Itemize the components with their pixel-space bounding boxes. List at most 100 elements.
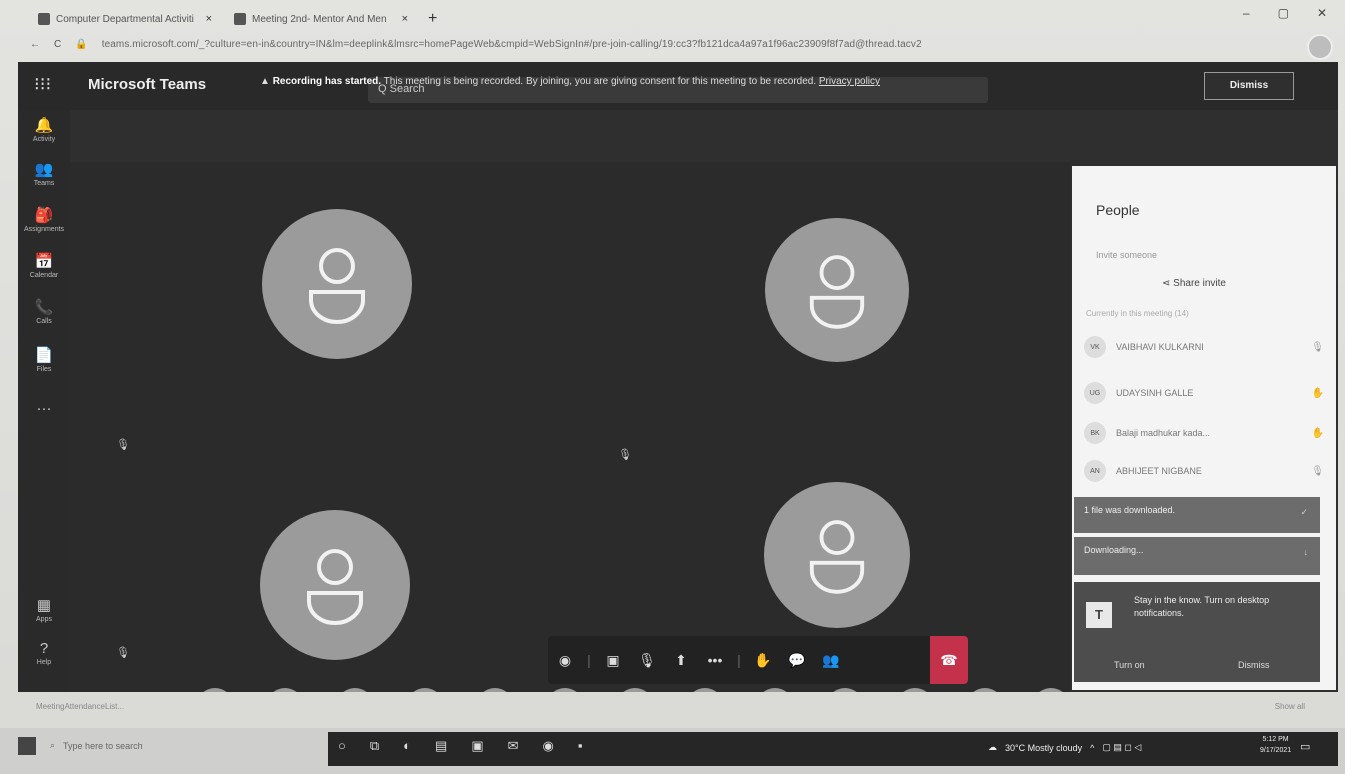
lock-icon: 🔒 xyxy=(75,38,88,50)
meeting-stage: 🎙 🎙 🎙 🎙 ◉ | ▣ 🎙 ⬆ ••• | ✋ 💬 👥 ☎ xyxy=(70,162,1070,692)
participant-thumbnail[interactable] xyxy=(406,688,444,692)
show-all-button[interactable]: Show all xyxy=(1275,702,1305,711)
rail-calls[interactable]: 📞 Calls xyxy=(18,298,70,325)
chrome-icon[interactable]: ◉ xyxy=(543,738,554,754)
drive-icon xyxy=(38,13,50,25)
more-actions-button[interactable]: ••• xyxy=(698,636,732,684)
weather-text[interactable]: 30°C Mostly cloudy xyxy=(1005,743,1082,753)
share-screen-button[interactable]: ⬆ xyxy=(664,636,698,684)
rail-more[interactable]: ··· xyxy=(18,400,70,419)
muted-mic-icon: 🎙 xyxy=(116,439,130,451)
mic-off-button[interactable]: 🎙 xyxy=(630,636,664,684)
clock[interactable]: 5:12 PM 9/17/2021 xyxy=(1260,734,1291,756)
participant-thumbnail[interactable] xyxy=(686,688,724,692)
app-title: Microsoft Teams xyxy=(88,76,207,93)
participant-row[interactable]: VK VAIBHAVI KULKARNI 🎙 xyxy=(1084,332,1324,362)
rail-calendar[interactable]: 📅 Calendar xyxy=(18,252,70,279)
participant-thumbnail[interactable] xyxy=(826,688,864,692)
leave-call-button[interactable]: ☎ xyxy=(930,636,968,684)
rail-help[interactable]: ? Help xyxy=(18,640,70,666)
participant-row[interactable]: AN ABHIJEET NIGBANE 🎙 xyxy=(1084,456,1324,486)
teams-logo-icon: T xyxy=(1086,602,1112,628)
task-view-icon[interactable]: ⧉ xyxy=(370,738,379,754)
rail-assignments[interactable]: 🎒 Assignments xyxy=(18,206,70,233)
new-tab-button[interactable]: + xyxy=(422,10,443,28)
app-launcher-icon[interactable]: ⁝⁝⁝ xyxy=(34,74,51,95)
close-tab-icon[interactable]: × xyxy=(402,13,408,25)
rail-teams[interactable]: 👥 Teams xyxy=(18,160,70,187)
participant-thumbnail[interactable] xyxy=(756,688,794,692)
participant-row[interactable]: BK Balaji madhukar kada... ✋ xyxy=(1084,418,1324,448)
rail-apps[interactable]: ▦ Apps xyxy=(18,596,70,623)
participant-thumbnail[interactable] xyxy=(546,688,584,692)
tray-icons[interactable]: ▢ ▤ ◻ ◁ xyxy=(1102,742,1141,753)
browser-tab-strip: Computer Departmental Activiti × Meeting… xyxy=(30,6,443,32)
participant-tile[interactable] xyxy=(260,510,410,660)
raise-hand-button[interactable]: ✋ xyxy=(746,636,780,684)
cortana-icon[interactable]: ○ xyxy=(338,738,346,754)
participant-thumbnail[interactable] xyxy=(616,688,654,692)
teams-taskbar-icon[interactable]: ▪ xyxy=(578,738,583,754)
date: 9/17/2021 xyxy=(1260,747,1292,754)
taskbar-search[interactable]: ⌕ Type here to search xyxy=(50,740,143,751)
close-window-button[interactable]: ✕ xyxy=(1317,6,1327,20)
hand-icon: ✋ xyxy=(1311,427,1324,439)
participants-button[interactable]: 👥 xyxy=(814,636,848,684)
camera-off-button[interactable]: ▣ xyxy=(596,636,630,684)
rail-activity[interactable]: 🔔 Activity xyxy=(18,116,70,143)
avatar[interactable] xyxy=(1307,34,1333,60)
close-tab-icon[interactable]: × xyxy=(206,13,212,25)
window-controls: – ▢ ✕ xyxy=(1243,6,1327,20)
maximize-button[interactable]: ▢ xyxy=(1278,6,1289,20)
browser-tab-meeting[interactable]: Meeting 2nd- Mentor And Men × xyxy=(226,10,416,28)
check-icon: ✓ xyxy=(1300,507,1308,517)
participant-tile[interactable] xyxy=(764,482,910,628)
rail-files[interactable]: 📄 Files xyxy=(18,346,70,373)
invite-input[interactable]: Invite someone xyxy=(1096,250,1157,260)
share-icon: ⋖ xyxy=(1162,278,1174,289)
participant-thumbnail[interactable] xyxy=(196,688,234,692)
help-icon: ? xyxy=(39,640,49,657)
apps-icon: ▦ xyxy=(36,597,52,614)
store-icon[interactable]: ▣ xyxy=(471,738,483,754)
participant-thumbnail[interactable] xyxy=(966,688,1004,692)
avatar: VK xyxy=(1084,336,1106,358)
explorer-icon[interactable]: ▤ xyxy=(435,738,447,754)
teams-icon xyxy=(234,13,246,25)
dismiss-toast-button[interactable]: Dismiss xyxy=(1238,660,1270,670)
reload-icon[interactable]: C xyxy=(54,39,61,50)
download-complete-toast[interactable]: 1 file was downloaded. ✓ xyxy=(1074,497,1320,533)
teams-icon: 👥 xyxy=(34,161,54,178)
participant-thumbnail[interactable] xyxy=(266,688,304,692)
phone-icon: 📞 xyxy=(34,299,54,316)
start-icon[interactable] xyxy=(18,737,36,755)
people-title: People xyxy=(1096,202,1140,218)
share-invite-button[interactable]: ⋖ Share invite xyxy=(1162,278,1226,289)
notifications-icon[interactable]: ▭ xyxy=(1300,740,1310,753)
edge-icon[interactable]: ◐ xyxy=(403,738,411,754)
downloading-toast[interactable]: Downloading... ↓ xyxy=(1074,537,1320,575)
turn-on-button[interactable]: Turn on xyxy=(1114,660,1145,670)
url-input[interactable]: teams.microsoft.com/_?culture=en-in&coun… xyxy=(102,39,1052,50)
participant-row[interactable]: UG UDAYSINH GALLE ✋ xyxy=(1084,378,1324,408)
dismiss-banner-button[interactable]: Dismiss xyxy=(1204,72,1294,100)
app-rail: 🔔 Activity 👥 Teams 🎒 Assignments 📅 Calendar … xyxy=(18,110,70,692)
browser-tab-activities[interactable]: Computer Departmental Activiti × xyxy=(30,10,220,28)
meeting-info-button[interactable]: ◉ xyxy=(548,636,582,684)
participant-tile[interactable] xyxy=(262,209,412,359)
back-icon[interactable]: ← xyxy=(30,39,40,50)
participant-thumbnail[interactable] xyxy=(1032,688,1070,692)
chat-button[interactable]: 💬 xyxy=(780,636,814,684)
downloaded-file[interactable]: MeetingAttendanceList... xyxy=(36,702,124,711)
address-bar: ← C 🔒 teams.microsoft.com/_?culture=en-i… xyxy=(30,32,1340,56)
mail-icon[interactable]: ✉ xyxy=(508,738,519,754)
tab-label: Computer Departmental Activiti xyxy=(56,13,194,25)
participant-thumbnail[interactable] xyxy=(476,688,514,692)
minimize-button[interactable]: – xyxy=(1243,6,1250,20)
recording-banner: ▲ Recording has started. This meeting is… xyxy=(260,76,1020,96)
chevron-up-icon[interactable]: ^ xyxy=(1090,743,1094,753)
participant-thumbnail[interactable] xyxy=(896,688,934,692)
privacy-policy-link[interactable]: Privacy policy xyxy=(819,76,880,87)
participant-thumbnail[interactable] xyxy=(336,688,374,692)
participant-tile[interactable] xyxy=(765,218,909,362)
